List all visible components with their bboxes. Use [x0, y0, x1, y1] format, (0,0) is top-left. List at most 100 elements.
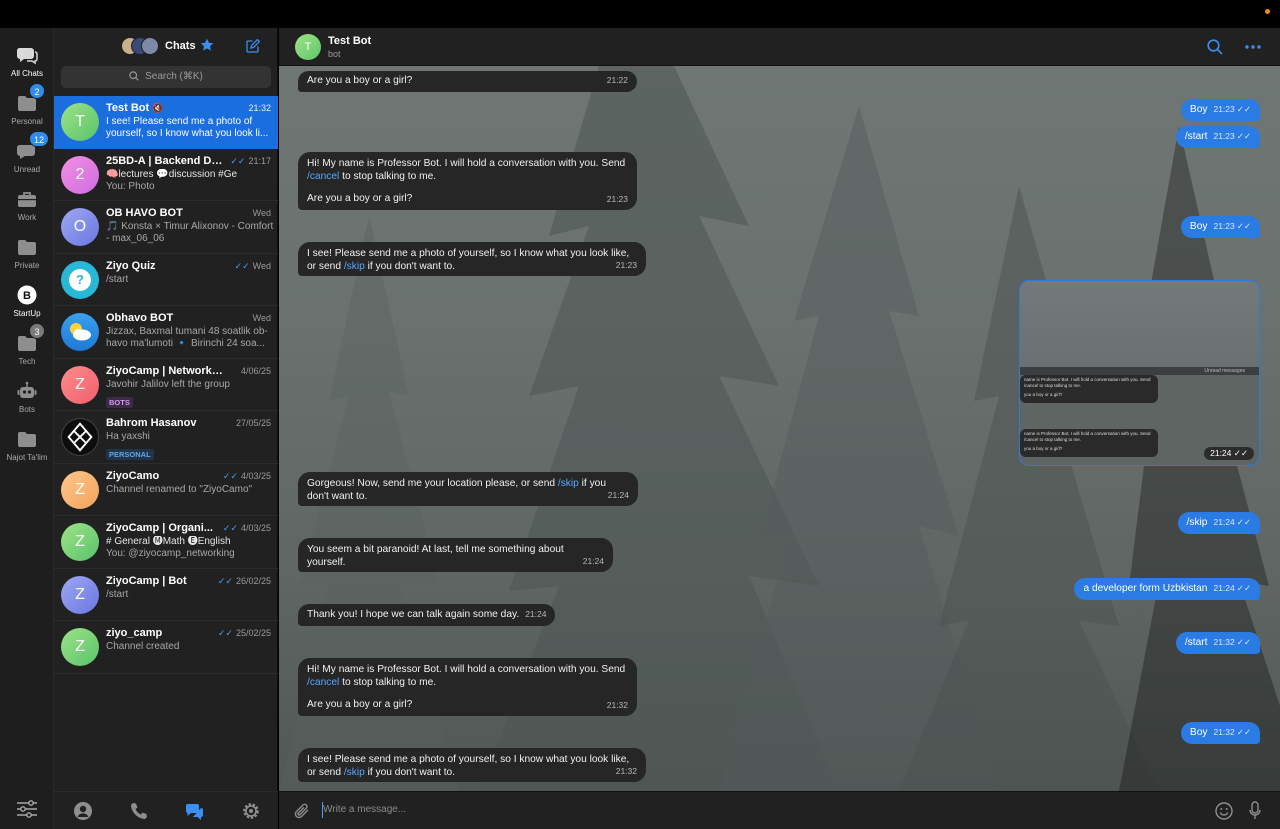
chat-view: T Test Bot bot Are you a boy or a girl? 2…: [279, 28, 1280, 829]
message-incoming[interactable]: Gorgeous! Now, send me your location ple…: [298, 472, 638, 506]
folder-private[interactable]: Private: [0, 234, 54, 280]
chat-item-ziyocamo[interactable]: Z ZiyoCamo ✓✓ 4/03/25 Channel renamed to …: [54, 464, 278, 516]
message-time: 21:32: [606, 699, 628, 710]
microphone-icon[interactable]: [1249, 801, 1261, 821]
search-icon: [129, 71, 139, 81]
weather-icon: [70, 323, 91, 341]
weather-avatar: [61, 313, 99, 351]
read-checkmarks-icon: ✓✓: [234, 260, 250, 271]
folder-bots[interactable]: Bots: [0, 378, 54, 424]
folder-label: Work: [17, 213, 37, 222]
chat-preview: 🎵 Konsta × Timur Alixonov - Comfort - ma…: [106, 221, 274, 244]
chat-item-ziyocamp-organi[interactable]: Z ZiyoCamp | Organi... ✓✓ 4/03/25 # Gener…: [54, 516, 278, 569]
command-link[interactable]: /cancel: [307, 171, 339, 182]
chat-item-ziyocamp-networking[interactable]: Z ZiyoCamp | Networking 4/06/25 Javohir …: [54, 359, 278, 411]
read-checkmarks-icon: ✓✓: [222, 470, 238, 481]
logo-icon: [67, 422, 93, 452]
chat-preview: Channel renamed to "ZiyoCamo": [106, 483, 253, 495]
chat-item-test-bot[interactable]: T Test Bot 🔇 21:32 I see! Please send me…: [54, 96, 278, 149]
folder-work[interactable]: Work: [0, 186, 54, 232]
chat-time: 21:32: [248, 103, 271, 113]
calls-icon[interactable]: [129, 801, 149, 821]
more-options-icon[interactable]: [1244, 39, 1262, 55]
folder-icon: 2: [16, 83, 45, 114]
read-checkmarks-icon: ✓✓: [1236, 104, 1251, 114]
folder-najot-talim[interactable]: Najot Ta'lim: [0, 426, 54, 472]
message-outgoing[interactable]: /start 21:32 ✓✓: [1175, 632, 1260, 654]
message-outgoing[interactable]: Boy 21:23 ✓✓: [1180, 99, 1260, 121]
message-outgoing[interactable]: /skip 21:24 ✓✓: [1177, 512, 1260, 534]
chat-time: ✓✓ 4/03/25: [222, 470, 271, 481]
chat-bubble-icon: 12: [16, 131, 50, 162]
search-icon[interactable]: [1207, 39, 1223, 55]
command-link[interactable]: /skip: [344, 261, 365, 272]
message-incoming[interactable]: Hi! My name is Professor Bot. I will hol…: [298, 152, 637, 210]
chat-item-obhavo-bot[interactable]: Obhavo BOT Wed Jizzax, Baxmal tumani 48 …: [54, 306, 278, 359]
chat-item-25bd-a[interactable]: 2 25BD-A | Backend De... ✓✓ 21:17 🧠lectur…: [54, 149, 278, 201]
compose-icon[interactable]: [246, 39, 260, 53]
folder-unread-badge: 3: [29, 323, 45, 339]
chat-preview: # General 🅜Math 🅔English You: @ziyocamp_n…: [106, 536, 235, 559]
command-link[interactable]: /cancel: [307, 677, 339, 688]
folder-label: Tech: [18, 357, 36, 366]
command-link[interactable]: /skip: [344, 767, 365, 778]
attach-paperclip-icon[interactable]: [293, 802, 311, 820]
message-outgoing[interactable]: Boy 21:32 ✓✓: [1180, 722, 1260, 744]
folder-personal[interactable]: 2 Personal: [0, 83, 54, 136]
chat-item-bahrom-hasanov[interactable]: Bahrom Hasanov 27/05/25 Ha yaxshi PERSON…: [54, 411, 278, 464]
chat-item-ziyocamp-bot[interactable]: Z ZiyoCamp | Bot ✓✓ 26/02/25 /start: [54, 569, 278, 621]
contacts-icon[interactable]: [73, 801, 93, 821]
message-time: 21:24: [1213, 517, 1235, 527]
chat-preview: Ha yaxshi: [106, 431, 150, 442]
chat-name: Bahrom Hasanov: [106, 417, 197, 429]
chat-item-ob-havo-bot[interactable]: O OB HAVO BOT Wed 🎵 Konsta × Timur Alixo…: [54, 201, 278, 254]
message-incoming[interactable]: Hi! My name is Professor Bot. I will hol…: [298, 658, 637, 716]
message-time: 21:32: [1213, 637, 1235, 647]
header-avatar[interactable]: T: [295, 34, 321, 60]
folder-tech[interactable]: 3 Tech: [0, 323, 54, 376]
filter-settings-icon[interactable]: [16, 799, 38, 819]
message-incoming[interactable]: Are you a boy or a girl? 21:22: [298, 71, 637, 92]
message-time: 21:24: [525, 609, 547, 619]
chat-item-ziyo-quiz[interactable]: ? Ziyo Quiz ✓✓ Wed /start: [54, 254, 278, 306]
command-link[interactable]: /skip: [558, 478, 579, 489]
star-icon[interactable]: [200, 38, 214, 52]
message-input[interactable]: Write a message...: [323, 804, 406, 815]
chat-title[interactable]: Test Bot: [328, 35, 371, 47]
message-incoming[interactable]: I see! Please send me a photo of yoursel…: [298, 242, 646, 276]
chat-preview: 🧠lectures 💬discussion #Ge You: Photo: [106, 168, 238, 192]
chat-list-panel: Chats Search (⌘K) T Test Bot 🔇 21:32 I s…: [54, 28, 278, 829]
story-avatar[interactable]: [141, 37, 159, 55]
bottom-tab-bar: [54, 791, 278, 829]
stories-avatars[interactable]: [121, 37, 159, 57]
folder-unread[interactable]: 12 Unread: [0, 131, 54, 184]
search-input[interactable]: Search (⌘K): [61, 66, 271, 88]
folder-startup[interactable]: B StartUp: [0, 282, 54, 328]
message-outgoing[interactable]: /start 21:23 ✓✓: [1175, 126, 1260, 148]
chat-preview: /start: [106, 588, 129, 600]
chats-tab-icon[interactable]: [185, 801, 205, 821]
folder-all-chats[interactable]: All Chats: [0, 42, 54, 88]
message-outgoing[interactable]: Boy 21:23 ✓✓: [1180, 216, 1260, 238]
settings-gear-icon[interactable]: [241, 801, 261, 821]
message-time: 21:23: [1213, 131, 1235, 141]
message-incoming[interactable]: You seem a bit paranoid! At last, tell m…: [298, 538, 613, 572]
folder-icon: [18, 240, 36, 255]
robot-icon: [17, 381, 37, 398]
read-checkmarks-icon: ✓✓: [222, 523, 238, 533]
chat-time: 27/05/25: [235, 418, 271, 428]
chat-name: 25BD-A | Backend De...: [106, 154, 224, 167]
message-incoming[interactable]: Thank you! I hope we can talk again some…: [298, 604, 556, 626]
photo-message[interactable]: Unread messages name is Professor Bot. I…: [1019, 280, 1260, 466]
folder-unread-badge: 2: [29, 83, 45, 99]
chat-item-ziyo-camp[interactable]: Z ziyo_camp ✓✓ 25/02/25 Channel created: [54, 621, 278, 674]
avatar: Z: [61, 628, 99, 666]
message-outgoing[interactable]: a developer form Uzbkistan 21:24 ✓✓: [1074, 578, 1260, 600]
message-time: 21:32: [1213, 727, 1235, 737]
recording-indicator-dot: [1265, 9, 1270, 14]
message-incoming[interactable]: I see! Please send me a photo of yoursel…: [298, 748, 646, 782]
chat-preview: Jizzax, Baxmal tumani 48 soatlik ob-havo…: [106, 326, 268, 349]
avatar: Z: [61, 365, 99, 404]
emoji-icon[interactable]: [1215, 802, 1233, 820]
photo-snippet: name is Professor Bot. I will hold a con…: [1020, 375, 1158, 403]
